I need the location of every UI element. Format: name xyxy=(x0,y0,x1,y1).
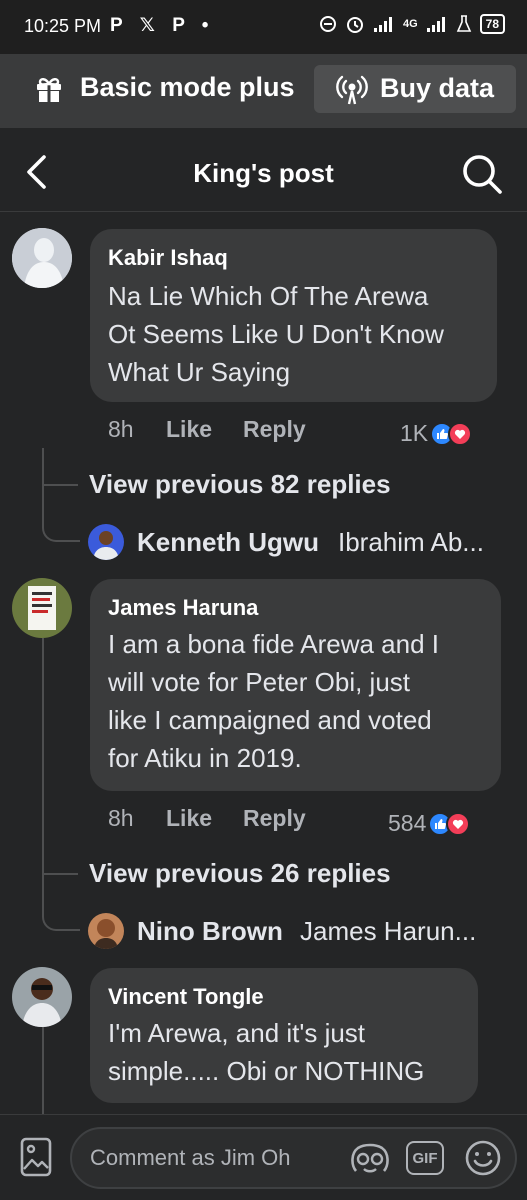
like-button[interactable]: Like xyxy=(166,416,212,443)
comment-author[interactable]: James Haruna xyxy=(108,595,258,621)
comment-line: for Atiku in 2019. xyxy=(108,743,302,773)
reply-preview[interactable]: Ibrahim Ab... xyxy=(338,527,484,558)
comment-bubble[interactable]: Kabir Ishaq Na Lie Which Of The Arewa Ot… xyxy=(90,229,497,402)
reply-button[interactable]: Reply xyxy=(243,805,306,832)
comment-text: I'm Arewa, and it's just simple..... Obi… xyxy=(108,1014,424,1090)
buy-data-label: Buy data xyxy=(380,73,495,103)
status-bar: 10:25 PM P 𝕏 P • 4G 78 xyxy=(0,0,527,54)
thread-line xyxy=(42,1027,44,1114)
reply-preview[interactable]: James Harun... xyxy=(300,916,476,947)
photo-icon[interactable] xyxy=(20,1137,52,1177)
battery-indicator: 78 xyxy=(479,14,505,34)
avatar-image xyxy=(12,967,72,1027)
broadcast-icon xyxy=(336,75,368,105)
alarm-icon xyxy=(346,17,363,33)
love-reaction-icon xyxy=(448,421,473,446)
avatar[interactable] xyxy=(12,578,72,638)
comment-text: I am a bona fide Arewa and I will vote f… xyxy=(108,625,439,777)
comment-input[interactable]: Comment as Jim Oh GIF xyxy=(70,1127,517,1189)
reply-button[interactable]: Reply xyxy=(243,416,306,443)
comment-placeholder: Comment as Jim Oh xyxy=(90,1145,291,1170)
reply-author[interactable]: Nino Brown xyxy=(137,916,283,947)
love-reaction-icon xyxy=(446,811,471,836)
avatar[interactable] xyxy=(12,967,72,1027)
network-type: 4G xyxy=(402,18,418,30)
emoji-icon[interactable] xyxy=(464,1139,502,1177)
view-previous-replies-link[interactable]: View previous 82 replies xyxy=(89,469,391,500)
thread-line xyxy=(42,638,44,874)
comment-line: will vote for Peter Obi, just xyxy=(108,667,410,697)
comment-line: Ot Seems Like U Don't Know xyxy=(108,319,444,349)
avatar-image xyxy=(12,578,72,638)
comment-bubble[interactable]: James Haruna I am a bona fide Arewa and … xyxy=(90,579,501,791)
comment-text: Na Lie Which Of The Arewa Ot Seems Like … xyxy=(108,277,444,391)
gift-icon xyxy=(37,78,61,102)
avatar[interactable] xyxy=(88,913,124,949)
notification-app-icons: P 𝕏 P • xyxy=(110,15,215,36)
comment-bubble[interactable]: Vincent Tongle I'm Arewa, and it's just … xyxy=(90,968,478,1103)
comment-composer: Comment as Jim Oh GIF xyxy=(0,1114,527,1200)
view-previous-replies-link[interactable]: View previous 26 replies xyxy=(89,858,391,889)
post-header: King's post xyxy=(0,128,527,212)
gif-button[interactable]: GIF xyxy=(406,1141,444,1175)
basic-mode-label: Basic mode plus xyxy=(80,72,295,102)
page-title: King's post xyxy=(193,158,334,188)
signal-icon-2 xyxy=(426,17,445,32)
comment-line: Na Lie Which Of The Arewa xyxy=(108,281,429,311)
avatar-image xyxy=(12,228,72,288)
avatar-sticker-icon[interactable] xyxy=(348,1141,392,1177)
buy-data-button[interactable]: Buy data xyxy=(314,65,516,113)
comment-author[interactable]: Kabir Ishaq xyxy=(108,245,228,271)
avatar[interactable] xyxy=(88,524,124,560)
comment-time: 8h xyxy=(108,805,134,831)
reactions-summary[interactable]: 1K xyxy=(400,420,473,447)
comment-line: I'm Arewa, and it's just xyxy=(108,1018,366,1048)
comment-line: simple..... Obi or NOTHING xyxy=(108,1056,425,1086)
reaction-count: 584 xyxy=(388,810,427,836)
flask-icon xyxy=(456,15,471,32)
reactions-summary[interactable]: 584 xyxy=(388,810,471,837)
comment-line: What Ur Saying xyxy=(108,357,291,387)
basic-mode-bar: Basic mode plus Buy data xyxy=(0,54,527,128)
comment-line: like I campaigned and voted xyxy=(108,705,432,735)
avatar-image xyxy=(88,913,124,949)
thread-connector xyxy=(42,486,80,542)
thread-connector xyxy=(42,458,78,486)
comment-author[interactable]: Vincent Tongle xyxy=(108,984,264,1010)
reaction-count: 1K xyxy=(400,420,429,446)
avatar-image xyxy=(88,524,124,560)
comment-line: I am a bona fide Arewa and I xyxy=(108,629,439,659)
search-icon[interactable] xyxy=(460,152,504,196)
reply-author[interactable]: Kenneth Ugwu xyxy=(137,527,319,558)
status-indicators: 4G 78 xyxy=(319,14,505,34)
like-button[interactable]: Like xyxy=(166,805,212,832)
status-time: 10:25 PM xyxy=(24,16,102,36)
avatar[interactable] xyxy=(12,228,72,288)
data-saver-icon xyxy=(319,16,336,32)
thread-connector xyxy=(42,875,80,931)
signal-icon xyxy=(373,17,392,32)
comment-time: 8h xyxy=(108,416,134,442)
